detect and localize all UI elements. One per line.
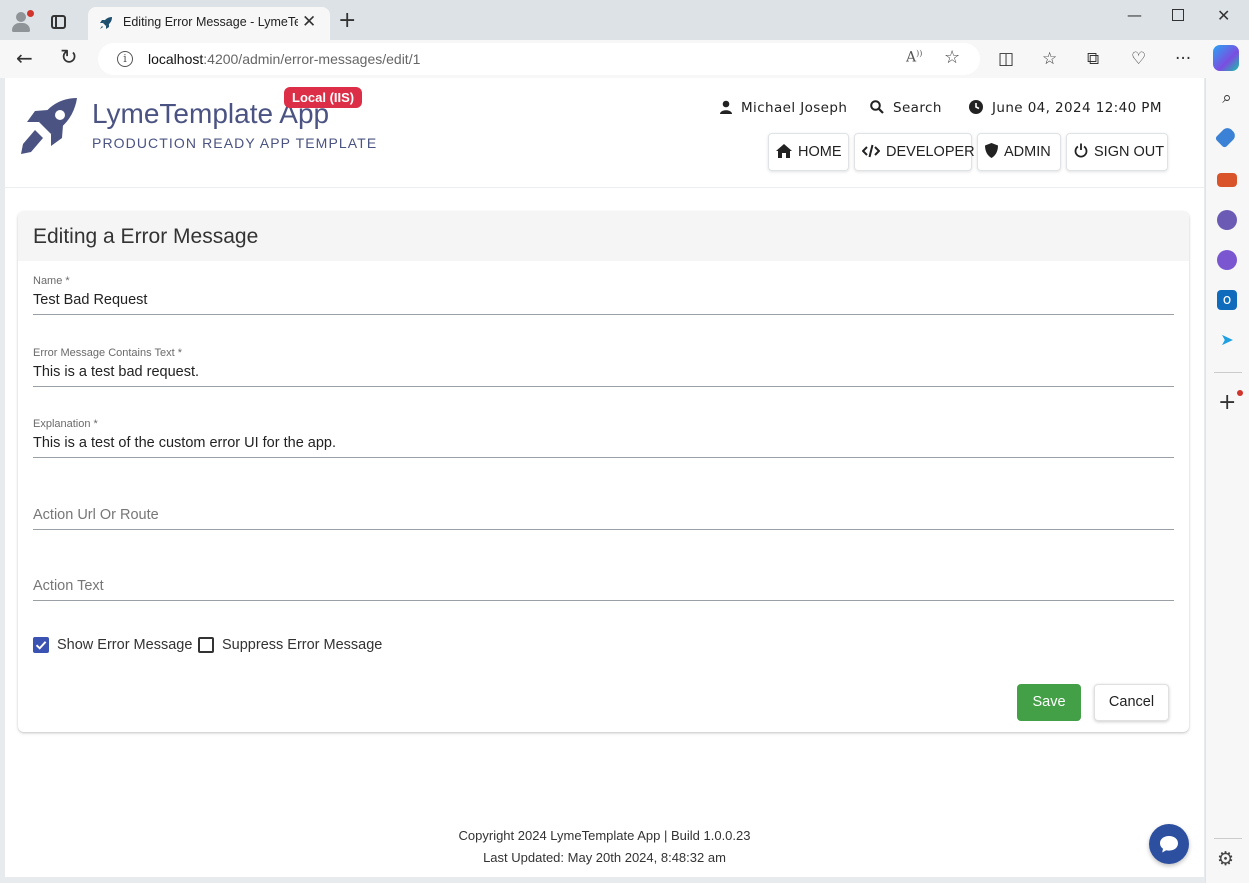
sidebar-shopping-tag-icon[interactable] — [1214, 125, 1238, 149]
nav-admin-label: ADMIN — [1004, 144, 1051, 160]
power-icon — [1074, 143, 1088, 158]
reload-icon[interactable]: ↻ — [60, 45, 78, 69]
footer-last-updated: Last Updated: May 20th 2024, 8:48:32 am — [483, 850, 726, 865]
explanation-label: Explanation * — [33, 418, 98, 430]
split-screen-icon[interactable]: ◫ — [998, 49, 1014, 69]
datetime-text: June 04, 2024 12:40 PM — [992, 100, 1162, 116]
action-url-placeholder[interactable]: Action Url Or Route — [33, 507, 159, 523]
sidebar-settings-gear-icon[interactable]: ⚙ — [1217, 848, 1234, 870]
browser-tab-bar: Editing Error Message - LymeTem ✕ + — ✕ — [0, 0, 1249, 40]
sidebar-tools-icon[interactable] — [1217, 173, 1237, 187]
address-bar[interactable]: i localhost:4200/admin/error-messages/ed… — [98, 43, 980, 75]
back-arrow-icon[interactable]: ← — [16, 46, 33, 70]
window-maximize-button[interactable] — [1172, 9, 1184, 21]
name-label: Name * — [33, 275, 70, 287]
card-header: Editing a Error Message — [18, 211, 1189, 261]
chat-button[interactable] — [1149, 824, 1189, 864]
nav-admin-button[interactable]: ADMIN — [977, 133, 1061, 171]
sidebar-microsoft365-icon[interactable] — [1217, 250, 1237, 270]
collections-icon[interactable]: ⧉ — [1087, 49, 1099, 69]
sidebar-divider — [1214, 372, 1242, 373]
name-field[interactable]: Name * Test Bad Request — [33, 273, 1174, 315]
checkbox-unchecked-icon[interactable] — [198, 637, 214, 653]
app-header: LymeTemplate App Local (IIS) PRODUCTION … — [5, 78, 1204, 188]
sidebar-divider-bottom — [1214, 838, 1242, 839]
browser-tab-active[interactable]: Editing Error Message - LymeTem ✕ — [88, 7, 330, 40]
browser-essentials-icon[interactable]: ♡ — [1131, 49, 1146, 69]
sidebar-games-icon[interactable] — [1217, 210, 1237, 230]
search-icon — [870, 100, 884, 114]
rocket-favicon-icon — [100, 17, 112, 29]
user-profile-link[interactable]: Michael Joseph — [720, 100, 847, 116]
sidebar-outlook-icon[interactable]: o — [1217, 290, 1237, 310]
explanation-field[interactable]: Explanation * This is a test of the cust… — [33, 416, 1174, 458]
user-name: Michael Joseph — [741, 100, 848, 116]
code-icon — [861, 144, 881, 158]
datetime-display: June 04, 2024 12:40 PM — [969, 100, 1162, 116]
copilot-icon[interactable] — [1213, 45, 1239, 71]
favorite-star-icon[interactable]: ☆ — [944, 47, 960, 68]
environment-badge: Local (IIS) — [284, 87, 363, 108]
rocket-logo-icon[interactable] — [17, 96, 81, 156]
shield-icon — [985, 143, 998, 158]
contains-text-field[interactable]: Error Message Contains Text * This is a … — [33, 345, 1174, 387]
contains-text-input[interactable]: This is a test bad request. — [33, 364, 199, 380]
home-icon — [776, 144, 792, 158]
browser-toolbar: ← ↻ i localhost:4200/admin/error-message… — [0, 40, 1249, 78]
cancel-button[interactable]: Cancel — [1094, 684, 1169, 721]
sidebar-send-icon[interactable]: ➤ — [1217, 330, 1237, 350]
edit-error-message-card: Editing a Error Message Name * Test Bad … — [18, 211, 1189, 732]
action-text-field[interactable]: Action Text — [33, 559, 1174, 601]
nav-home-button[interactable]: HOME — [768, 133, 849, 171]
chat-bubble-icon — [1160, 836, 1178, 853]
nav-sign-out-label: SIGN OUT — [1094, 144, 1165, 160]
page-title: Editing a Error Message — [33, 225, 259, 248]
action-text-placeholder[interactable]: Action Text — [33, 578, 104, 594]
app-tagline: PRODUCTION READY APP TEMPLATE — [92, 135, 378, 151]
explanation-input[interactable]: This is a test of the custom error UI fo… — [33, 435, 336, 451]
tab-title: Editing Error Message - LymeTem — [123, 15, 298, 29]
clock-icon — [969, 100, 983, 114]
nav-developer-label: DEVELOPER — [886, 144, 975, 160]
action-url-field[interactable]: Action Url Or Route — [33, 488, 1174, 530]
contains-text-label: Error Message Contains Text * — [33, 347, 182, 359]
site-info-icon[interactable]: i — [117, 51, 133, 67]
suppress-error-label[interactable]: Suppress Error Message — [222, 637, 382, 653]
tab-actions-icon[interactable] — [51, 15, 66, 29]
favorites-icon[interactable]: ☆ — [1042, 49, 1057, 69]
tab-close-icon[interactable]: ✕ — [302, 12, 316, 32]
read-aloud-icon[interactable]: A)) — [906, 49, 922, 66]
nav-sign-out-button[interactable]: SIGN OUT — [1066, 133, 1168, 171]
user-icon — [720, 100, 732, 114]
window-minimize-button[interactable]: — — [1127, 6, 1142, 24]
sidebar-add-icon[interactable]: + — [1218, 390, 1236, 415]
show-error-label[interactable]: Show Error Message — [57, 637, 192, 653]
search-label: Search — [893, 100, 942, 116]
edge-sidebar: ⌕ o ➤ + ⚙ — [1205, 78, 1249, 883]
profile-avatar-icon[interactable] — [10, 10, 34, 32]
sidebar-search-icon[interactable]: ⌕ — [1217, 88, 1237, 108]
nav-developer-button[interactable]: DEVELOPER — [854, 133, 975, 171]
search-link[interactable]: Search — [870, 100, 942, 116]
sidebar-notification-dot — [1237, 390, 1243, 396]
footer-copyright: Copyright 2024 LymeTemplate App | Build … — [458, 828, 751, 843]
more-options-icon[interactable]: ··· — [1175, 49, 1191, 69]
nav-home-label: HOME — [798, 144, 842, 160]
window-close-button[interactable]: ✕ — [1217, 6, 1230, 25]
page-content: LymeTemplate App Local (IIS) PRODUCTION … — [5, 78, 1204, 877]
save-button[interactable]: Save — [1017, 684, 1081, 721]
checkbox-checked-icon[interactable] — [33, 637, 49, 653]
name-input[interactable]: Test Bad Request — [33, 292, 147, 308]
url-text[interactable]: localhost:4200/admin/error-messages/edit… — [148, 51, 420, 67]
new-tab-button[interactable]: + — [338, 8, 356, 33]
